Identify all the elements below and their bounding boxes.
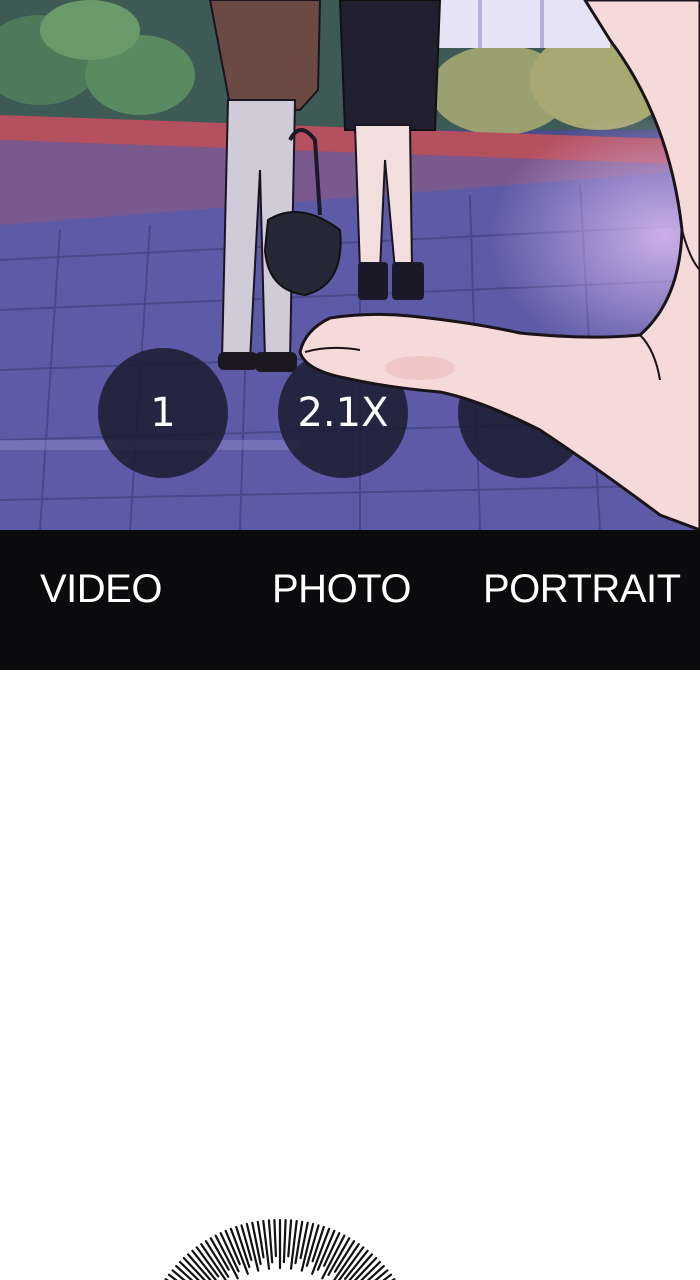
camera-viewfinder: 1 2.1X <box>0 0 700 530</box>
zoom-2-1x-button[interactable]: 2.1X <box>278 348 408 478</box>
speed-line <box>262 1219 271 1270</box>
mode-photo[interactable]: PHOTO <box>272 564 412 614</box>
zoom-2-1x-label: 2.1X <box>297 390 389 436</box>
speed-line <box>282 1219 287 1264</box>
mode-video[interactable]: VIDEO <box>40 564 162 614</box>
speed-lines-burst <box>164 1218 396 1280</box>
mode-portrait[interactable]: PORTRAIT <box>483 564 681 614</box>
zoom-1x-button[interactable]: 1 <box>98 348 228 478</box>
speed-line <box>267 1219 274 1264</box>
comic-page: 1 2.1X VIDEO PHOTO PORTRAIT <box>0 0 700 1280</box>
zoom-1x-label: 1 <box>150 390 176 436</box>
zoom-third-button[interactable] <box>458 348 588 478</box>
speed-line <box>287 1219 293 1258</box>
speed-line <box>273 1219 277 1258</box>
